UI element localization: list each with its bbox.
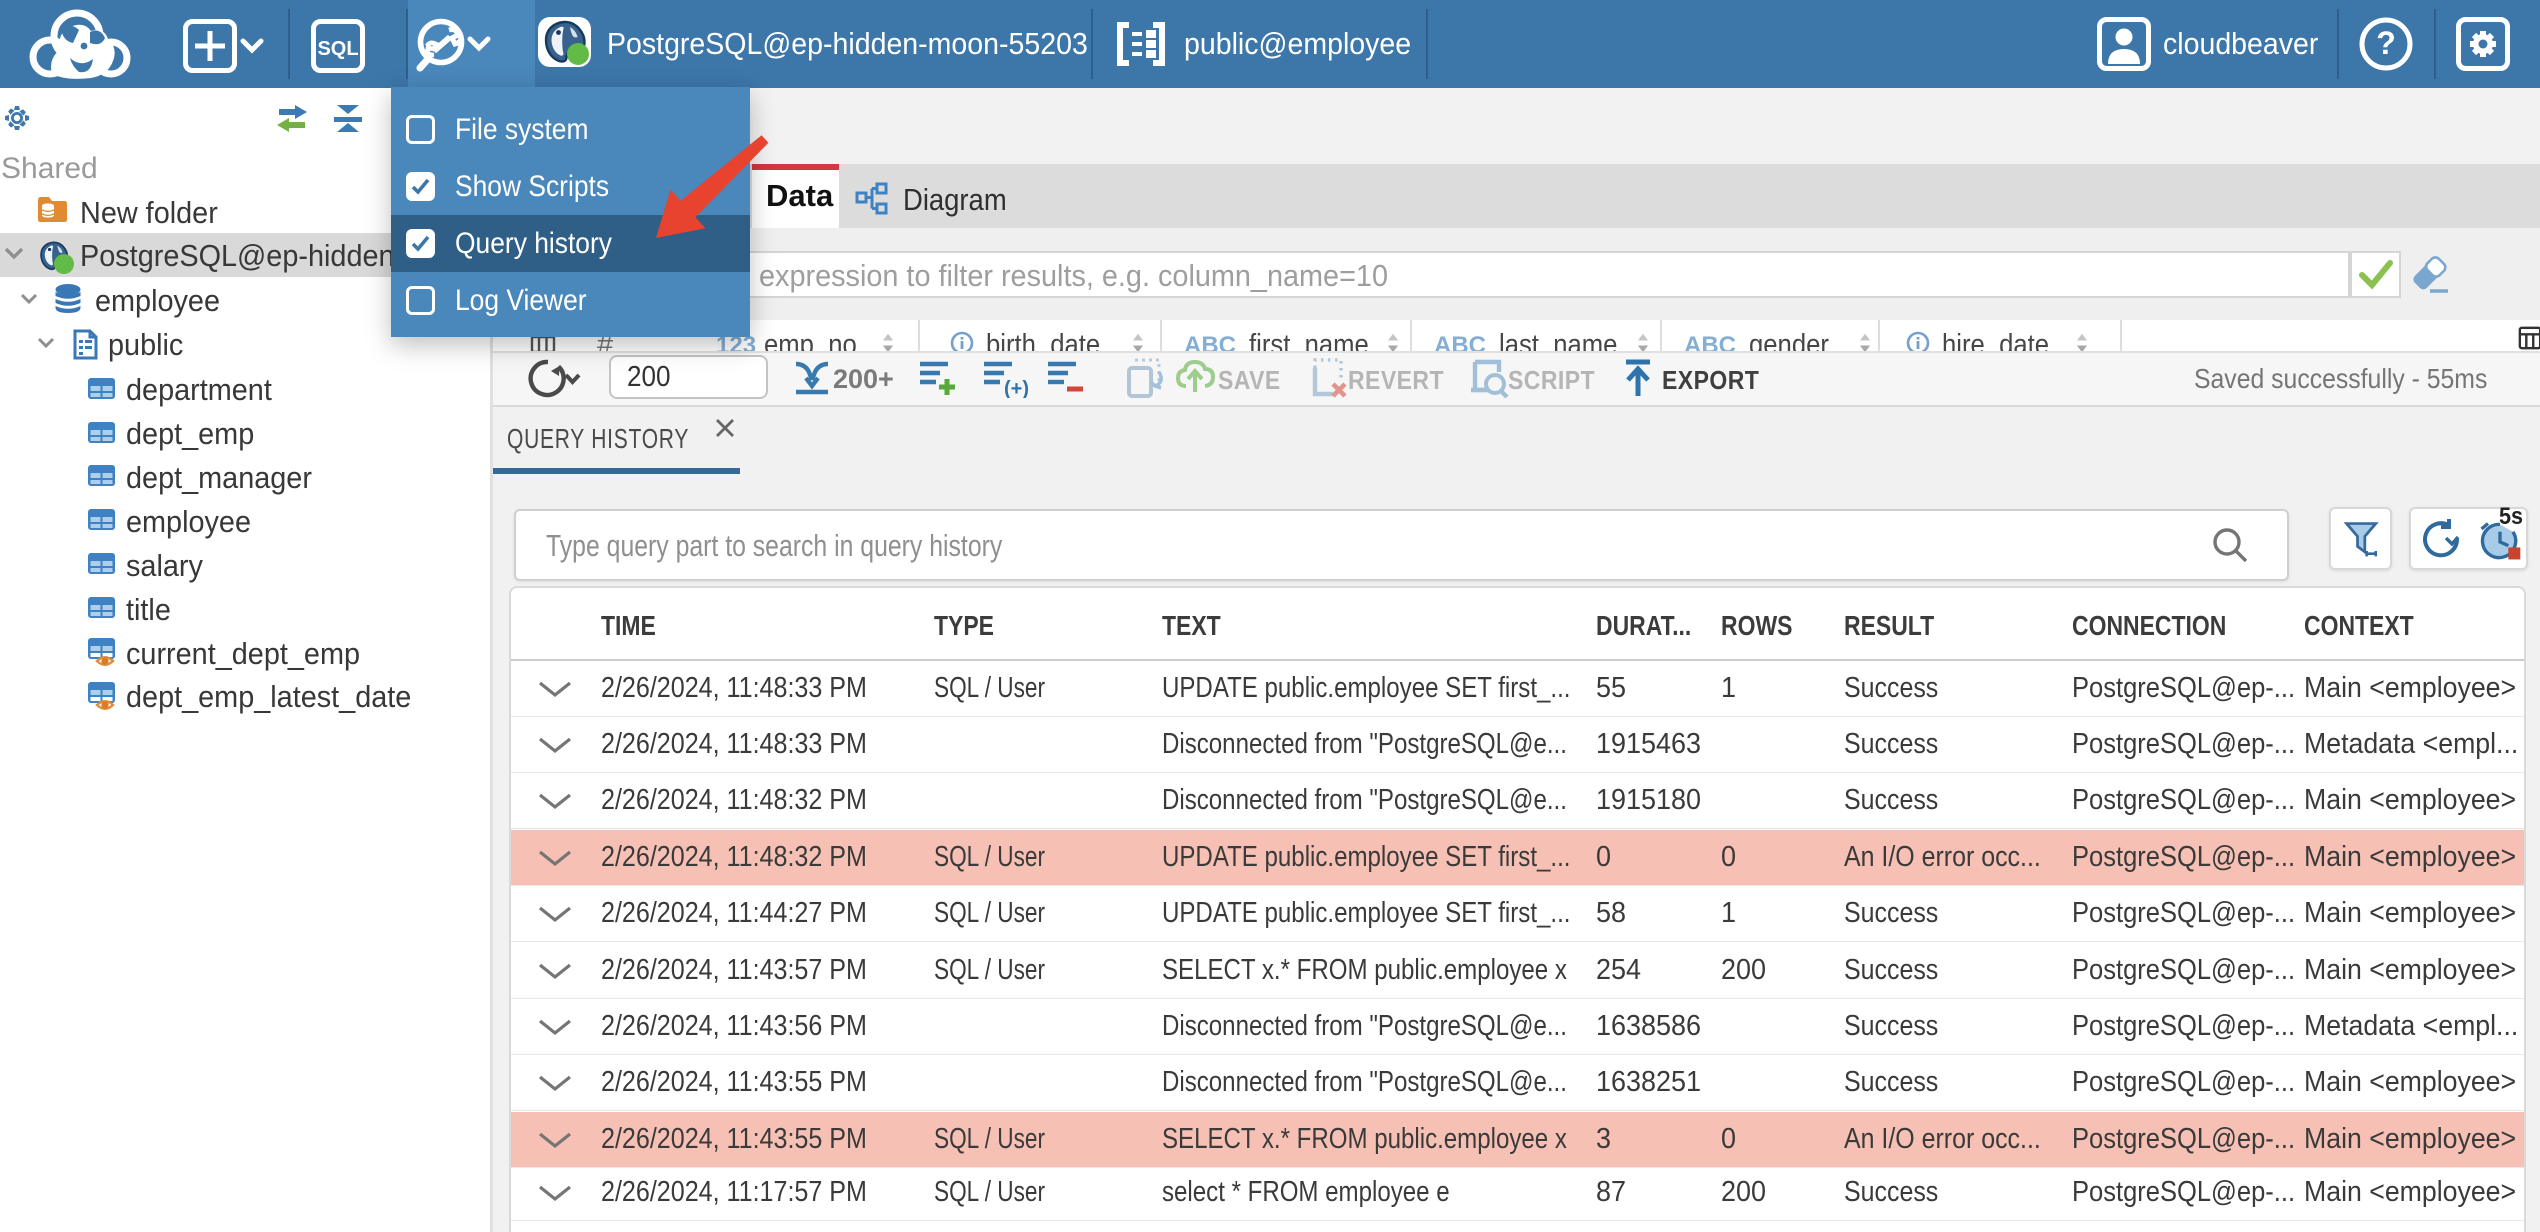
svg-text:SQL: SQL <box>317 38 358 60</box>
svg-text:?: ? <box>2376 25 2396 61</box>
svg-text:(+): (+) <box>1004 378 1028 398</box>
